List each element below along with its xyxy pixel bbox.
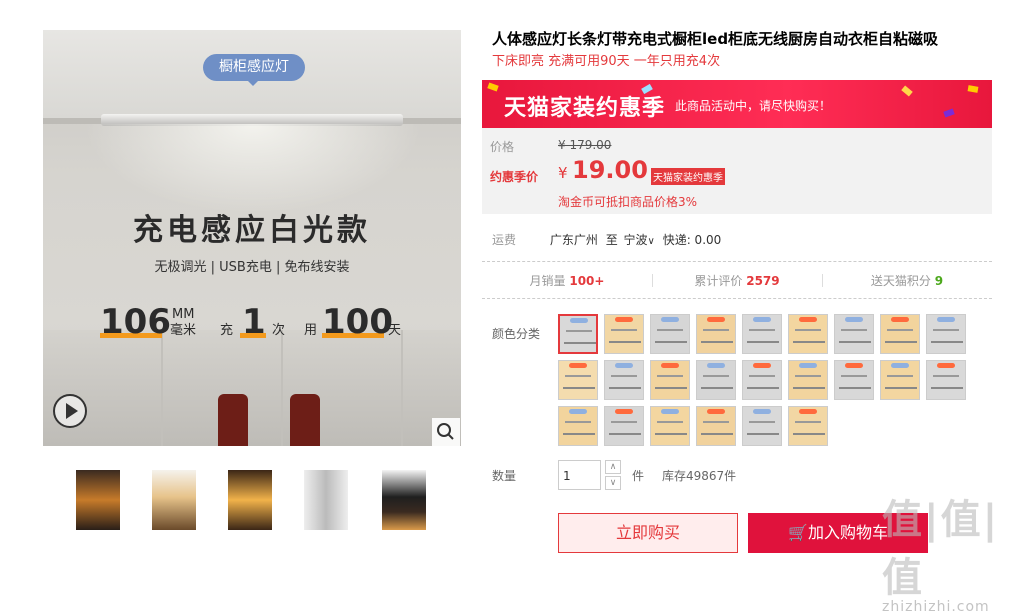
promo-banner: 天猫家装约惠季 此商品活动中，请尽快购买！ — [482, 80, 992, 128]
thumbnail-3[interactable] — [228, 470, 272, 530]
color-swatch[interactable] — [788, 406, 828, 446]
color-swatch[interactable] — [696, 314, 736, 354]
color-swatch[interactable] — [558, 406, 598, 446]
chevron-down-icon[interactable]: ∨ — [648, 236, 655, 247]
stock-count: 库存49867件 — [662, 469, 737, 483]
buy-now-button[interactable]: 立即购买 — [558, 513, 738, 553]
color-swatch[interactable] — [926, 314, 966, 354]
color-swatch[interactable] — [834, 314, 874, 354]
color-swatch[interactable] — [604, 314, 644, 354]
color-swatch[interactable] — [558, 314, 598, 354]
color-swatch[interactable] — [742, 360, 782, 400]
color-swatch[interactable] — [926, 360, 966, 400]
promo-banner-sub: 此商品活动中，请尽快购买！ — [675, 99, 832, 113]
color-swatch[interactable] — [880, 314, 920, 354]
reviews-link[interactable]: 累计评价 2579 — [652, 272, 822, 289]
light-glow — [83, 124, 423, 214]
sale-price-label: 约惠季价 — [490, 170, 539, 184]
color-swatch[interactable] — [788, 314, 828, 354]
color-swatch[interactable] — [696, 406, 736, 446]
price-label: 价格 — [490, 140, 515, 154]
main-product-image[interactable]: 橱柜感应灯 充电感应白光款 无极调光 | USB充电 | 免布线安装 106 M… — [43, 30, 461, 446]
thumbnail-1[interactable] — [76, 470, 120, 530]
image-headline: 充电感应白光款 — [133, 213, 371, 248]
promo-banner-title: 天猫家装约惠季 — [504, 96, 666, 121]
color-swatch[interactable] — [742, 314, 782, 354]
shipping-row: 运费 广东广州 至 宁波∨ 快递: 0.00 — [492, 233, 722, 247]
destination-select[interactable]: 宁波 — [624, 233, 648, 247]
color-label: 颜色分类 — [492, 327, 541, 341]
color-swatch[interactable] — [650, 360, 690, 400]
promo-box: 天猫家装约惠季 此商品活动中，请尽快购买！ 价格 ¥ 179.00 约惠季价 ¥… — [482, 80, 992, 214]
color-swatch[interactable] — [650, 314, 690, 354]
image-features: 无极调光 | USB充电 | 免布线安装 — [154, 260, 350, 275]
divider — [482, 298, 992, 299]
color-swatch[interactable] — [604, 406, 644, 446]
play-video-icon[interactable] — [53, 394, 87, 428]
decrease-button[interactable]: ∨ — [605, 476, 621, 490]
image-badge: 橱柜感应灯 — [203, 54, 305, 86]
color-swatch[interactable] — [604, 360, 644, 400]
image-specs: 106 MM 毫米 充 1 次 用 100 天 — [100, 302, 402, 342]
increase-button[interactable]: ∧ — [605, 460, 621, 474]
color-swatch[interactable] — [650, 406, 690, 446]
quantity-label: 数量 — [492, 469, 517, 483]
thumbnail-2[interactable] — [152, 470, 196, 530]
bottles-graphic — [218, 394, 328, 446]
sale-tag: 天猫家装约惠季 — [651, 168, 725, 185]
zoom-icon[interactable] — [432, 418, 460, 446]
cart-icon: 🛒 — [788, 523, 808, 542]
color-swatch[interactable] — [880, 360, 920, 400]
coin-note: 淘金币可抵扣商品价格3% — [558, 195, 698, 209]
color-swatch[interactable] — [696, 360, 736, 400]
quantity-input[interactable]: 1 — [558, 460, 601, 490]
currency-symbol: ¥ — [558, 164, 568, 182]
color-swatch[interactable] — [558, 360, 598, 400]
thumbnail-strip — [76, 470, 436, 530]
sale-price: 19.00 — [572, 156, 648, 184]
color-swatch[interactable] — [742, 406, 782, 446]
thumbnail-4[interactable] — [304, 470, 348, 530]
monthly-sales: 100+ — [569, 274, 605, 288]
quantity-unit: 件 — [632, 469, 645, 483]
color-swatch[interactable] — [788, 360, 828, 400]
product-subtitle: 下床即亮 充满可用90天 一年只用充4次 — [492, 54, 721, 69]
divider — [482, 261, 992, 262]
product-title: 人体感应灯长条灯带充电式橱柜led柜底无线厨房自动衣柜自粘磁吸 — [492, 30, 939, 48]
color-swatch[interactable] — [834, 360, 874, 400]
watermark: 值|值|值 zhizhizhi.com — [882, 497, 1000, 615]
original-price: ¥ 179.00 — [558, 138, 612, 152]
thumbnail-5[interactable] — [382, 470, 426, 530]
